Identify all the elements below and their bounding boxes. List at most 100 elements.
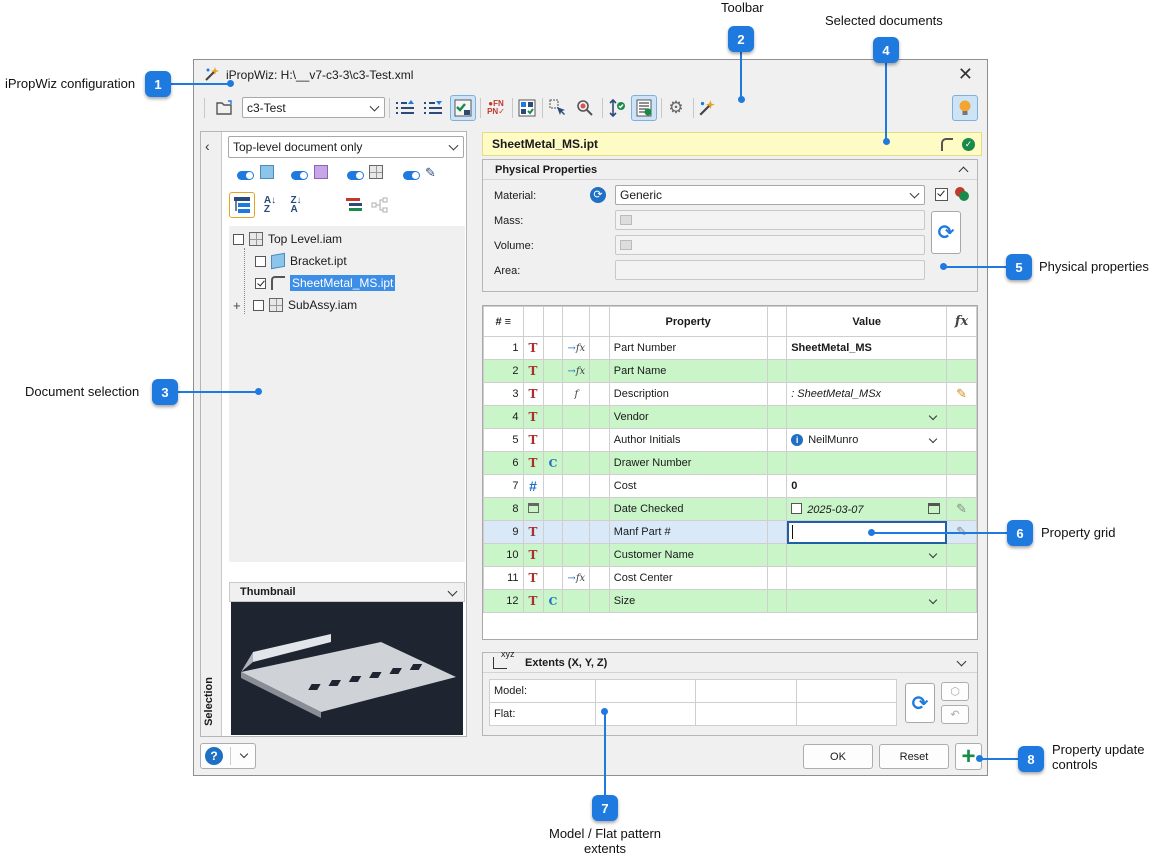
property-value[interactable] bbox=[786, 359, 948, 383]
pencil-icon[interactable]: ✎ bbox=[956, 501, 967, 516]
document-filter-select[interactable]: Top-level document only bbox=[228, 136, 464, 158]
sort-za-button[interactable]: Z↓ A bbox=[283, 192, 309, 218]
sort-check-button[interactable] bbox=[604, 95, 630, 121]
table-row[interactable]: 1 T →fx Part Number SheetMetal_MS bbox=[483, 336, 977, 360]
text-type-icon: T bbox=[528, 456, 538, 470]
part-number-button[interactable]: ●FN PN✓ bbox=[483, 95, 509, 121]
chevron-down-icon[interactable] bbox=[928, 549, 938, 559]
table-row[interactable]: 11 T →fx Cost Center bbox=[483, 566, 977, 590]
material-select[interactable]: Generic bbox=[615, 185, 925, 205]
property-value[interactable]: i NeilMunro bbox=[786, 428, 948, 452]
toggle-library[interactable] bbox=[403, 171, 420, 180]
collapse-list-button[interactable] bbox=[420, 95, 446, 121]
chevron-left-icon[interactable]: ‹ bbox=[205, 138, 210, 154]
toggle-parts[interactable] bbox=[237, 171, 254, 180]
chevron-down-icon[interactable] bbox=[956, 656, 967, 667]
selection-tab[interactable]: ‹ Selection bbox=[201, 132, 222, 736]
checkbox[interactable] bbox=[255, 277, 266, 289]
tree-item-bracket[interactable]: Bracket.ipt bbox=[255, 252, 347, 270]
header-property[interactable]: Property bbox=[608, 306, 768, 337]
tree-item-subassy[interactable]: + SubAssy.iam bbox=[233, 296, 357, 314]
layout-button[interactable] bbox=[514, 95, 540, 121]
chevron-down-icon[interactable] bbox=[928, 434, 938, 444]
toggle-assemblies[interactable] bbox=[347, 171, 364, 180]
property-value[interactable]: 2025-03-07 bbox=[786, 497, 948, 521]
check-props-button[interactable] bbox=[450, 95, 476, 121]
zoom-button[interactable] bbox=[572, 95, 598, 121]
tree-view-button[interactable] bbox=[229, 192, 255, 218]
help-button[interactable]: ? bbox=[200, 743, 256, 769]
property-value[interactable] bbox=[786, 566, 948, 590]
table-row[interactable]: 3 Tf Description: SheetMetal_MSx ✎ bbox=[483, 382, 977, 406]
row-number: 10 bbox=[483, 543, 524, 567]
property-value[interactable] bbox=[786, 451, 948, 475]
chevron-down-icon[interactable] bbox=[928, 411, 938, 421]
header-number[interactable]: # ≡ bbox=[483, 306, 524, 337]
pencil-icon[interactable]: ✎ bbox=[956, 386, 967, 401]
table-row[interactable]: 5 T Author Initials i NeilMunro bbox=[483, 428, 977, 452]
refresh-physical-button[interactable]: ⟳ bbox=[931, 211, 961, 254]
checkbox[interactable] bbox=[233, 233, 244, 245]
table-row[interactable]: 7 # Cost 0 bbox=[483, 474, 977, 498]
property-value[interactable]: 0 bbox=[786, 474, 948, 498]
property-name: Cost bbox=[608, 474, 768, 498]
table-row[interactable]: 2 T →fx Part Name bbox=[483, 359, 977, 383]
table-row[interactable]: 12 T C Size bbox=[483, 589, 977, 613]
model-view-button[interactable]: ⬡ bbox=[941, 682, 969, 701]
formula-edit-icon[interactable]: fx bbox=[946, 306, 977, 337]
extents-header[interactable]: xyz Extents (X, Y, Z) bbox=[483, 649, 977, 673]
chevron-down-icon[interactable] bbox=[928, 595, 938, 605]
select-button[interactable] bbox=[545, 95, 571, 121]
date-picker-icon[interactable] bbox=[928, 503, 941, 514]
row-number: 9 bbox=[483, 520, 524, 544]
sync-material-icon[interactable]: ⟳ bbox=[590, 187, 606, 203]
sort-az-button[interactable]: A↓ Z bbox=[257, 192, 283, 218]
property-list-button[interactable] bbox=[631, 95, 657, 121]
property-value[interactable]: : SheetMetal_MSx bbox=[786, 382, 948, 406]
checkbox[interactable] bbox=[253, 299, 264, 311]
property-value[interactable]: SheetMetal_MS bbox=[786, 336, 948, 360]
chevron-up-icon[interactable] bbox=[958, 166, 969, 177]
property-value[interactable] bbox=[786, 543, 948, 567]
table-row[interactable]: 4 T Vendor bbox=[483, 405, 977, 429]
hierarchy-button[interactable] bbox=[367, 192, 393, 218]
selected-document-bar[interactable]: SheetMetal_MS.ipt ✓ bbox=[482, 132, 982, 156]
close-button[interactable]: ✕ bbox=[958, 64, 973, 85]
wizard-button[interactable] bbox=[694, 95, 720, 121]
table-row[interactable]: 10 T Customer Name bbox=[483, 543, 977, 567]
tree-item-sheetmetal[interactable]: SheetMetal_MS.ipt bbox=[255, 274, 396, 292]
physical-properties-header[interactable]: Physical Properties bbox=[483, 160, 977, 180]
header-value[interactable]: Value bbox=[786, 306, 948, 337]
property-value[interactable] bbox=[786, 589, 948, 613]
part-icon bbox=[271, 252, 285, 270]
checkbox[interactable] bbox=[255, 255, 266, 267]
ok-button[interactable]: OK bbox=[803, 744, 873, 769]
extents-panel: xyz Extents (X, Y, Z) Model: Flat: ⟳ ⬡ ↶ bbox=[482, 649, 978, 736]
tips-button[interactable] bbox=[952, 95, 978, 121]
undo-button[interactable]: ↶ bbox=[941, 705, 969, 724]
toggle-sheetmetal[interactable] bbox=[291, 171, 308, 180]
property-name: Size bbox=[608, 589, 768, 613]
legend-button[interactable] bbox=[341, 192, 367, 218]
date-checkbox[interactable] bbox=[791, 502, 803, 514]
open-config-button[interactable] bbox=[212, 95, 238, 121]
tree-item-top-level[interactable]: Top Level.iam bbox=[233, 230, 342, 248]
expand-icon[interactable]: + bbox=[233, 298, 245, 313]
text-type-icon: T bbox=[528, 594, 538, 608]
appearance-icon[interactable] bbox=[954, 186, 970, 202]
row-number: 8 bbox=[483, 497, 524, 521]
thumbnail-header[interactable]: Thumbnail bbox=[229, 582, 465, 602]
table-row[interactable]: 8 Date Checked 2025-03-07 ✎ bbox=[483, 497, 977, 521]
table-row[interactable]: 6 T C Drawer Number bbox=[483, 451, 977, 475]
refresh-extents-button[interactable]: ⟳ bbox=[905, 683, 935, 723]
title-bar: iPropWiz: H:\__v7-c3-3\c3-Test.xml ✕ bbox=[194, 60, 987, 90]
reset-button[interactable]: Reset bbox=[879, 744, 949, 769]
material-checkbox[interactable] bbox=[935, 188, 948, 201]
expand-list-button[interactable] bbox=[392, 95, 418, 121]
callout-label-extents: Model / Flat pattern extents bbox=[549, 826, 661, 856]
settings-button[interactable]: ⚙ bbox=[663, 95, 689, 121]
extents-flat-row: Flat: bbox=[488, 702, 898, 726]
check-props-icon bbox=[454, 99, 472, 117]
config-select[interactable]: c3-Test bbox=[242, 97, 385, 118]
property-value[interactable] bbox=[786, 405, 948, 429]
